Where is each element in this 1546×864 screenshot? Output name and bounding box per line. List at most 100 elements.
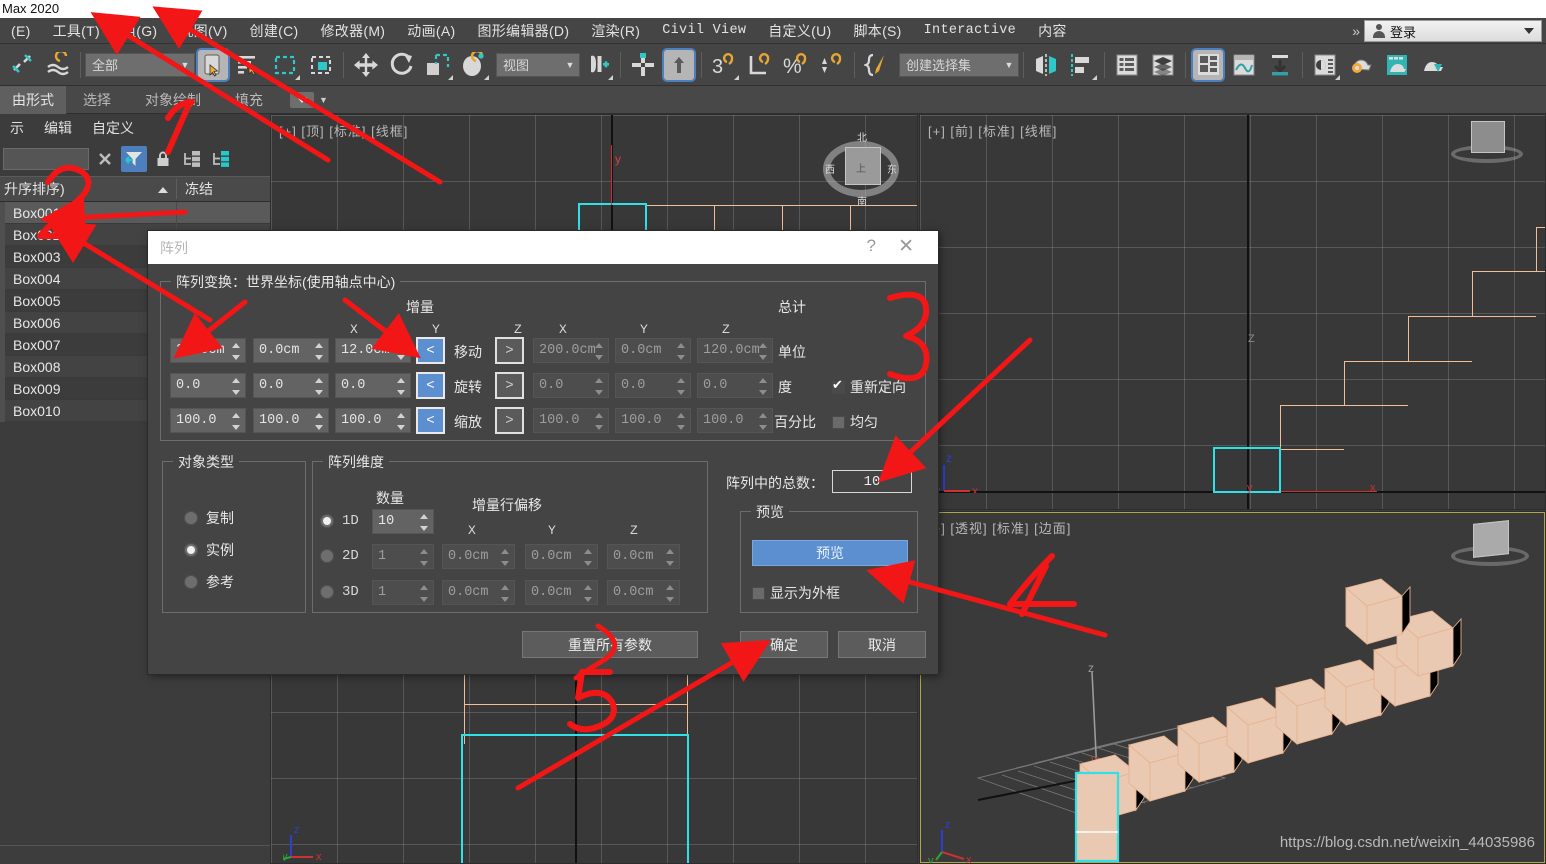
move-incremental-z-input[interactable]: 12.0cm	[335, 338, 411, 363]
menu-overflow-icon[interactable]: »	[1352, 18, 1360, 44]
flyout-corner-icon[interactable]	[608, 74, 613, 80]
move-total-x-input[interactable]: 200.0cm	[533, 338, 609, 363]
clear-icon[interactable]	[92, 146, 118, 172]
filter-icon[interactable]	[121, 146, 147, 172]
rotate-right-arrow-button[interactable]: >	[495, 372, 524, 399]
flyout-corner-icon[interactable]	[295, 74, 300, 80]
snaps-3d-icon[interactable]	[662, 47, 696, 82]
dimension-2d-count-input[interactable]: 1	[372, 544, 434, 569]
view-cube[interactable]	[1451, 520, 1531, 602]
percent-snap-icon[interactable]: %	[779, 48, 813, 82]
dialog-title-bar[interactable]: 阵列 ? ✕	[148, 231, 938, 264]
list-item[interactable]: Box001	[0, 201, 270, 224]
angle-snap-icon[interactable]	[743, 48, 777, 82]
snaps-3d-flyout-icon[interactable]: 3	[707, 48, 741, 82]
spinner-arrows-icon[interactable]	[595, 342, 604, 361]
scale-right-arrow-button[interactable]: >	[495, 407, 524, 434]
rotate-left-arrow-button[interactable]: <	[416, 372, 445, 399]
spinner-arrows-icon[interactable]	[397, 412, 406, 431]
menu-item-group[interactable]: 组(G)	[111, 18, 168, 44]
column-header-name[interactable]: 升序排序)	[0, 179, 176, 199]
display-as-box-checkbox[interactable]	[752, 587, 765, 600]
mirror-icon[interactable]	[1029, 48, 1063, 82]
schematic-view-icon[interactable]	[1263, 48, 1297, 82]
scale-total-x-input[interactable]: 100.0	[533, 408, 609, 433]
ribbon-tab-active[interactable]: 由形式	[0, 85, 66, 114]
spinner-arrows-icon[interactable]	[315, 377, 324, 396]
explorer-menu-customize[interactable]: 自定义	[82, 118, 144, 138]
select-rotate-icon[interactable]	[385, 48, 419, 82]
select-scale-icon[interactable]	[421, 48, 455, 82]
preview-button[interactable]: 预览	[752, 540, 908, 566]
layer-explorer-icon[interactable]	[1110, 48, 1144, 82]
dimension-2d-radio[interactable]	[320, 549, 334, 563]
select-object-icon[interactable]	[196, 47, 230, 82]
view-cube[interactable]: 北 南 东 西 上	[821, 127, 901, 208]
move-right-arrow-button[interactable]: >	[495, 337, 524, 364]
cancel-button[interactable]: 取消	[838, 631, 926, 658]
rotate-total-z-input[interactable]: 0.0	[697, 373, 773, 398]
spinner-arrows-icon[interactable]	[595, 377, 604, 396]
spinner-arrows-icon[interactable]	[584, 584, 593, 603]
view-cube-box[interactable]	[1471, 121, 1505, 153]
reorient-checkbox[interactable]	[832, 377, 845, 394]
scene-explorer-icon[interactable]	[1146, 48, 1180, 82]
menu-item-content[interactable]: 内容	[1027, 18, 1078, 44]
scale-incremental-x-input[interactable]: 100.0	[170, 408, 246, 433]
menu-item-customize[interactable]: 自定义(U)	[757, 18, 842, 44]
align-icon[interactable]	[1065, 48, 1099, 82]
chevron-down-icon[interactable]: ▼	[319, 95, 328, 105]
move-incremental-x-input[interactable]: 20.0cm	[170, 338, 246, 363]
fill-dropdown-icon[interactable]	[290, 91, 314, 108]
object-type-instance-radio[interactable]	[184, 543, 198, 557]
snap-toggle-icon[interactable]	[626, 48, 660, 82]
reset-all-button[interactable]: 重置所有参数	[522, 631, 698, 658]
dimension-3d-offset-x-input[interactable]: 0.0cm	[442, 580, 515, 605]
object-type-reference-radio[interactable]	[184, 575, 198, 589]
selected-object-outline[interactable]	[461, 734, 689, 863]
spinner-arrows-icon[interactable]	[677, 342, 686, 361]
flyout-corner-icon[interactable]	[448, 74, 453, 80]
spinner-arrows-icon[interactable]	[397, 342, 406, 361]
spinner-arrows-icon[interactable]	[759, 342, 768, 361]
flyout-corner-icon[interactable]	[484, 74, 489, 80]
unlink-icon[interactable]	[41, 48, 75, 82]
help-icon[interactable]: ?	[867, 236, 876, 256]
menu-item-tools[interactable]: 工具(T)	[42, 18, 111, 44]
move-total-z-input[interactable]: 120.0cm	[697, 338, 773, 363]
flyout-corner-icon[interactable]	[1092, 74, 1097, 80]
render-production-icon[interactable]	[1344, 48, 1378, 82]
dimension-3d-count-input[interactable]: 1	[372, 580, 434, 605]
chevron-down-icon[interactable]	[1524, 28, 1534, 34]
move-incremental-y-input[interactable]: 0.0cm	[253, 338, 329, 363]
menu-item-views[interactable]: 视图(V)	[168, 18, 238, 44]
dimension-1d-radio[interactable]	[320, 514, 334, 528]
spinner-arrows-icon[interactable]	[666, 584, 675, 603]
move-total-y-input[interactable]: 0.0cm	[615, 338, 691, 363]
total-in-array-value[interactable]: 10	[832, 470, 912, 493]
ribbon-tab-object-paint[interactable]: 对象绘制	[128, 86, 218, 114]
menu-item-animation[interactable]: 动画(A)	[396, 18, 466, 44]
spinner-arrows-icon[interactable]	[397, 377, 406, 396]
rotate-incremental-x-input[interactable]: 0.0	[170, 373, 246, 398]
reference-coordinate-combo[interactable]: 视图 ▼	[496, 52, 580, 77]
spinner-arrows-icon[interactable]	[501, 548, 510, 567]
link-icon[interactable]	[5, 48, 39, 82]
spinner-arrows-icon[interactable]	[759, 377, 768, 396]
spinner-snap-icon[interactable]	[815, 48, 849, 82]
search-input[interactable]	[3, 148, 89, 170]
lock-icon[interactable]	[150, 146, 176, 172]
curve-editor-icon[interactable]	[1227, 48, 1261, 82]
viewport-front[interactable]: Z y x [+] [前] [标准] [线框] z x y	[919, 114, 1546, 510]
spinner-arrows-icon[interactable]	[677, 412, 686, 431]
spinner-arrows-icon[interactable]	[315, 412, 324, 431]
render-in-place-icon[interactable]	[1416, 48, 1450, 82]
scale-total-y-input[interactable]: 100.0	[615, 408, 691, 433]
uniform-checkbox[interactable]	[832, 416, 845, 429]
spinner-arrows-icon[interactable]	[420, 584, 429, 603]
collapse-all-icon[interactable]	[179, 146, 205, 172]
menu-item-interactive[interactable]: Interactive	[913, 18, 1027, 44]
dimension-3d-offset-y-input[interactable]: 0.0cm	[525, 580, 598, 605]
menu-item-create[interactable]: 创建(C)	[239, 18, 310, 44]
object-type-copy-radio[interactable]	[184, 511, 198, 525]
